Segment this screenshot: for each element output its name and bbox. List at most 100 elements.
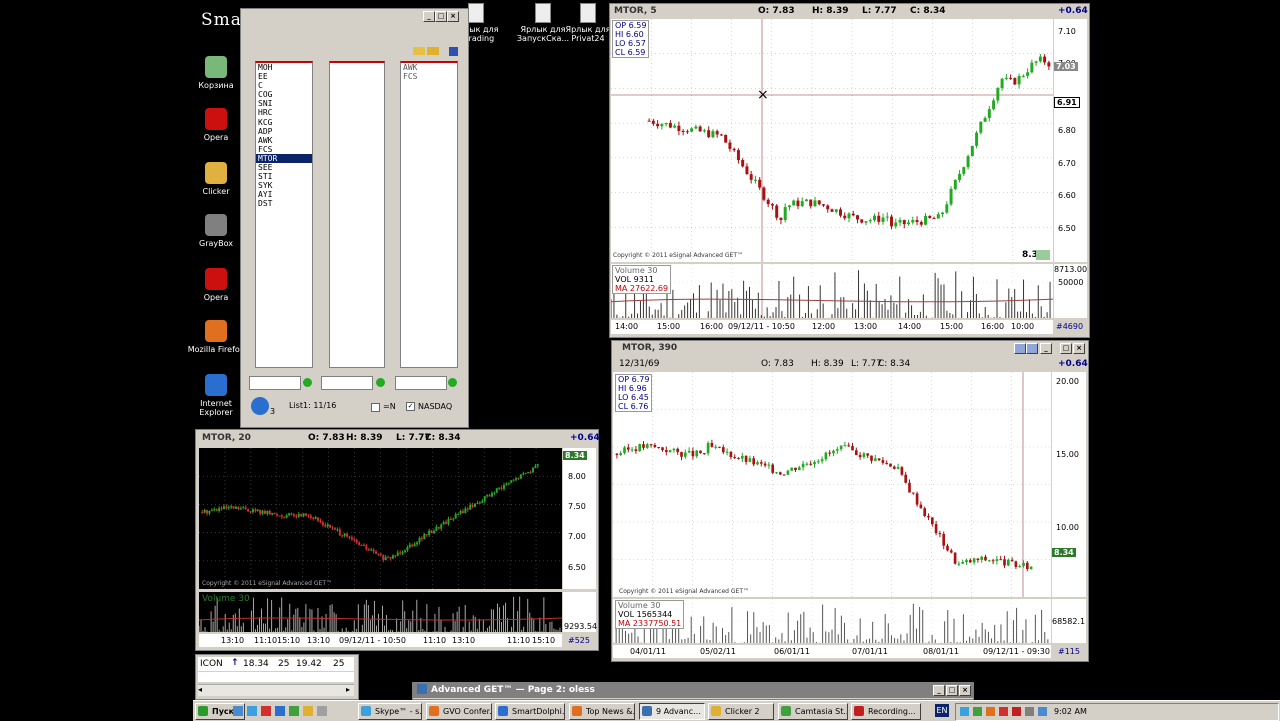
symbol-list-item[interactable]: AYI (256, 190, 312, 199)
taskbar-item[interactable]: Recording... (851, 703, 921, 720)
symbol-list-1[interactable]: MOH EE C COG SNI HRC KCG ADP AWK FCS MTOR SEE STI SYK… (255, 61, 313, 368)
high-value: H: 8.39 (346, 433, 383, 443)
close-button[interactable]: × (959, 685, 971, 696)
time-tick: 06/01/11 (774, 647, 810, 656)
moving-average-line (611, 298, 1053, 303)
price-panel[interactable]: Copyright © 2011 eSignal Advanced GET™ (199, 448, 562, 589)
symbol-list-item[interactable]: COG (256, 90, 312, 99)
taskbar-item[interactable]: Skype™ - s... (358, 703, 422, 720)
candle-body (771, 464, 775, 473)
symbol-list-item[interactable]: KCG (256, 118, 312, 127)
shortcut-icon[interactable]: Ярлык для Privat24 (560, 3, 616, 43)
chart-tool-button-2[interactable] (1026, 343, 1038, 354)
add-button-2[interactable] (376, 378, 385, 387)
taskbar-item[interactable]: 9 Advanc... (639, 703, 705, 720)
symbol-list-item[interactable]: C (256, 81, 312, 90)
minimize-button[interactable]: _ (933, 685, 945, 696)
minimize-button[interactable]: _ (1040, 343, 1052, 354)
add-button-1[interactable] (303, 378, 312, 387)
symbol-list-2[interactable] (329, 61, 385, 368)
volume-panel[interactable]: Volume 30 (199, 592, 562, 632)
folder-icon[interactable] (413, 47, 425, 55)
chart-corner-icon[interactable] (1036, 250, 1050, 260)
symbol-list-item[interactable]: AWK (256, 136, 312, 145)
symbol-list-item[interactable]: MOH (256, 63, 312, 72)
desktop-icon[interactable]: Internet Explorer (186, 374, 246, 417)
n-checkbox[interactable] (371, 403, 380, 412)
taskbar-item[interactable]: SmartDolphi... (495, 703, 565, 720)
symbol-list-item[interactable]: ADP (256, 127, 312, 136)
symbol-input-2[interactable] (321, 376, 373, 390)
horizontal-scrollbar[interactable]: ◂ ▸ (198, 684, 354, 696)
minimize-button[interactable]: _ (423, 11, 435, 22)
chart-tool-button[interactable] (1014, 343, 1026, 354)
quicklaunch-icon-7[interactable] (317, 706, 327, 716)
maximize-button[interactable]: □ (946, 685, 958, 696)
tray-icon[interactable] (1012, 707, 1021, 716)
symbol-list-item[interactable]: SEE (256, 163, 312, 172)
language-indicator[interactable]: EN (935, 704, 949, 717)
desktop-icon[interactable]: Корзина (186, 56, 246, 90)
symbol-list-item[interactable]: SNI (256, 99, 312, 108)
close-button[interactable]: × (1073, 343, 1085, 354)
volume-panel[interactable]: Volume 30 VOL 1565344 MA 2337750.51 (613, 599, 1051, 643)
candle-body (326, 524, 329, 527)
desktop-icon[interactable]: Clicker (186, 162, 246, 196)
quicklaunch-icon-2[interactable] (247, 706, 257, 716)
symbol-list-item[interactable]: STI (256, 172, 312, 181)
symbol-list-item[interactable]: MTOR (256, 153, 312, 164)
quote-row[interactable]: ICON ↑ 18.34 25 19.42 25 (198, 657, 354, 671)
tray-icon[interactable] (999, 707, 1008, 716)
quicklaunch-icon-5[interactable] (289, 706, 299, 716)
save-icon[interactable] (449, 47, 458, 56)
symbol-list-item[interactable]: HRC (256, 108, 312, 117)
symbol-list-item[interactable]: SYK (256, 181, 312, 190)
add-button-3[interactable] (448, 378, 457, 387)
taskbar-item[interactable]: GVO Confer... (426, 703, 492, 720)
quicklaunch-icon-4[interactable] (275, 706, 285, 716)
tray-icon[interactable] (986, 707, 995, 716)
taskbar-item[interactable]: Clicker 2 (708, 703, 774, 720)
desktop-icon[interactable]: GrayBox (186, 214, 246, 248)
candle-body (469, 504, 472, 510)
scroll-right-icon[interactable]: ▸ (346, 685, 350, 694)
taskbar-item[interactable]: Camtasia St... (778, 703, 848, 720)
candle-body (372, 549, 375, 552)
clock[interactable]: 9:02 AM (1054, 707, 1087, 716)
tray-icon[interactable] (1025, 707, 1034, 716)
quicklaunch-icon-3[interactable] (261, 706, 271, 716)
desktop-icon[interactable]: Opera (186, 268, 246, 302)
quicklaunch-icon-6[interactable] (303, 706, 313, 716)
candle-body (677, 125, 681, 131)
quicklaunch-icon-1[interactable] (233, 706, 243, 716)
restore-button[interactable]: □ (1060, 343, 1072, 354)
volume-panel[interactable]: Volume 30 VOL 9311 MA 27622.69 (611, 264, 1053, 318)
symbol-list-3[interactable]: AWK FCS (400, 61, 458, 368)
symbol-list-item[interactable]: AWK (401, 63, 457, 72)
nasdaq-checkbox[interactable]: ✓ (406, 402, 415, 411)
desktop-icon[interactable]: Mozilla Firefox (186, 320, 246, 354)
maximize-button[interactable]: □ (435, 11, 447, 22)
desktop-icon[interactable]: Opera (186, 108, 246, 142)
candle-body (476, 502, 479, 504)
scroll-left-icon[interactable]: ◂ (198, 685, 202, 694)
symbol-list-item[interactable]: DST (256, 199, 312, 208)
app-icon[interactable] (251, 397, 269, 415)
tray-icon[interactable] (960, 707, 969, 716)
price-panel[interactable]: × OP 6.59 HI 6.60 LO 6.57 CL 6.59 Copyright… (611, 19, 1053, 262)
candle-body (445, 522, 448, 524)
symbol-list-item[interactable]: EE (256, 72, 312, 81)
bar-count: #4690 (1056, 322, 1084, 331)
symbol-input-1[interactable] (249, 376, 301, 390)
tray-icon[interactable] (973, 707, 982, 716)
taskbar-item[interactable]: Top News &... (569, 703, 635, 720)
symbol-input-3[interactable] (395, 376, 447, 390)
symbol-list-item[interactable]: FCS (256, 145, 312, 154)
open-icon[interactable] (427, 47, 439, 55)
price-panel[interactable]: OP 6.79 HI 6.96 LO 6.45 CL 6.76 Copyright ©… (613, 372, 1051, 597)
symbol-list-item[interactable]: FCS (401, 72, 457, 81)
candle-body (915, 493, 919, 505)
tray-icon[interactable] (1038, 707, 1047, 716)
close-button[interactable]: × (447, 11, 459, 22)
candle-body (680, 452, 683, 457)
